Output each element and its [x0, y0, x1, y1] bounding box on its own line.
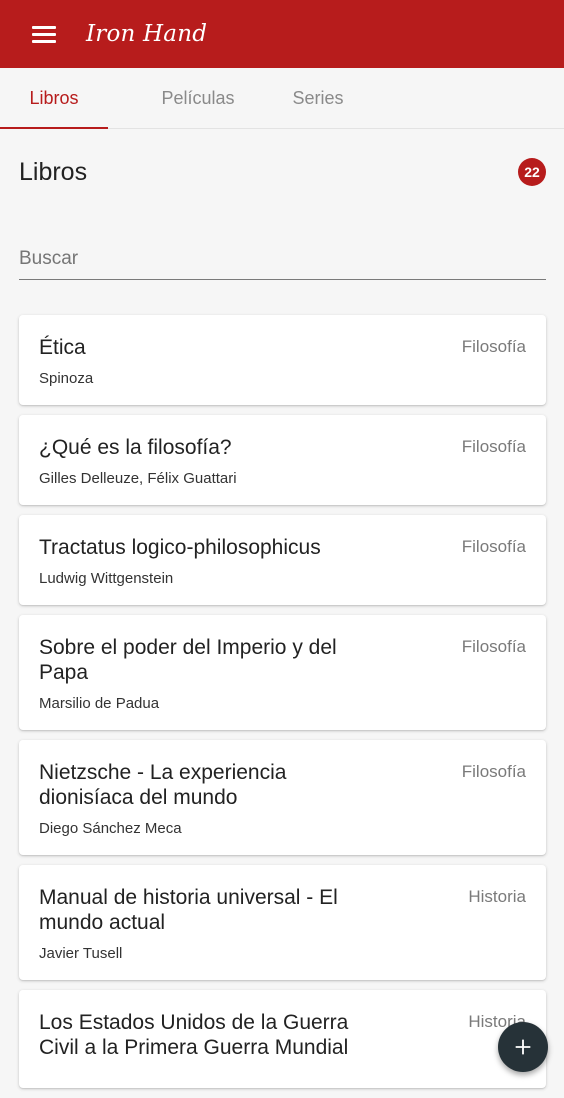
app-title: Iron Hand [86, 21, 208, 47]
item-title: Los Estados Unidos de la Guerra Civil a … [39, 1011, 349, 1059]
section-header: Libros 22 [19, 150, 546, 194]
item-title: Ética [39, 336, 86, 359]
item-title: Tractatus logico-philosophicus [39, 536, 321, 559]
list-item[interactable]: Sobre el poder del Imperio y del Papa Mar… [19, 615, 546, 730]
item-author: Diego Sánchez Meca [39, 820, 182, 837]
list-item[interactable]: Los Estados Unidos de la Guerra Civil a … [19, 990, 546, 1088]
tab-peliculas[interactable]: Películas [132, 68, 264, 128]
item-author: Javier Tusell [39, 945, 123, 962]
item-category: Historia [468, 887, 526, 906]
add-button[interactable] [498, 1022, 548, 1072]
tab-bar: Libros Películas Series [0, 68, 564, 129]
list-item[interactable]: ¿Qué es la filosofía? Gilles Delleuze, Fé… [19, 415, 546, 505]
list-item[interactable]: Nietzsche - La experiencia dionisíaca de… [19, 740, 546, 855]
item-category: Filosofía [461, 537, 526, 556]
item-author: Ludwig Wittgenstein [39, 570, 174, 587]
search-input[interactable] [19, 240, 546, 278]
book-list: Ética Spinoza Filosofía ¿Qué es la filosofí… [19, 315, 546, 1098]
count-badge: 22 [518, 158, 546, 186]
list-item[interactable]: Tractatus logico-philosophicus Ludwig Wit… [19, 515, 546, 605]
item-title: ¿Qué es la filosofía? [39, 436, 232, 459]
item-author: Marsilio de Padua [39, 695, 160, 712]
item-author: Spinoza [39, 370, 94, 387]
search-field [19, 240, 546, 280]
item-category: Filosofía [461, 437, 526, 456]
tab-series[interactable]: Series [264, 68, 372, 128]
plus-icon [515, 1039, 531, 1055]
app-bar: Iron Hand [0, 0, 564, 68]
item-category: Filosofía [461, 337, 526, 356]
list-item[interactable]: Ética Spinoza Filosofía [19, 315, 546, 405]
item-author: Gilles Delleuze, Félix Guattari [39, 470, 237, 487]
page-title: Libros [19, 157, 88, 186]
menu-button[interactable] [20, 10, 68, 58]
list-item[interactable]: Manual de historia universal - El mundo … [19, 865, 546, 980]
item-title: Manual de historia universal - El mundo … [39, 886, 338, 934]
item-category: Filosofía [461, 637, 526, 656]
item-category: Filosofía [461, 762, 526, 781]
tab-libros[interactable]: Libros [0, 68, 108, 129]
item-title: Nietzsche - La experiencia dionisíaca de… [39, 761, 287, 809]
item-title: Sobre el poder del Imperio y del Papa [39, 636, 337, 684]
menu-icon [32, 25, 56, 29]
